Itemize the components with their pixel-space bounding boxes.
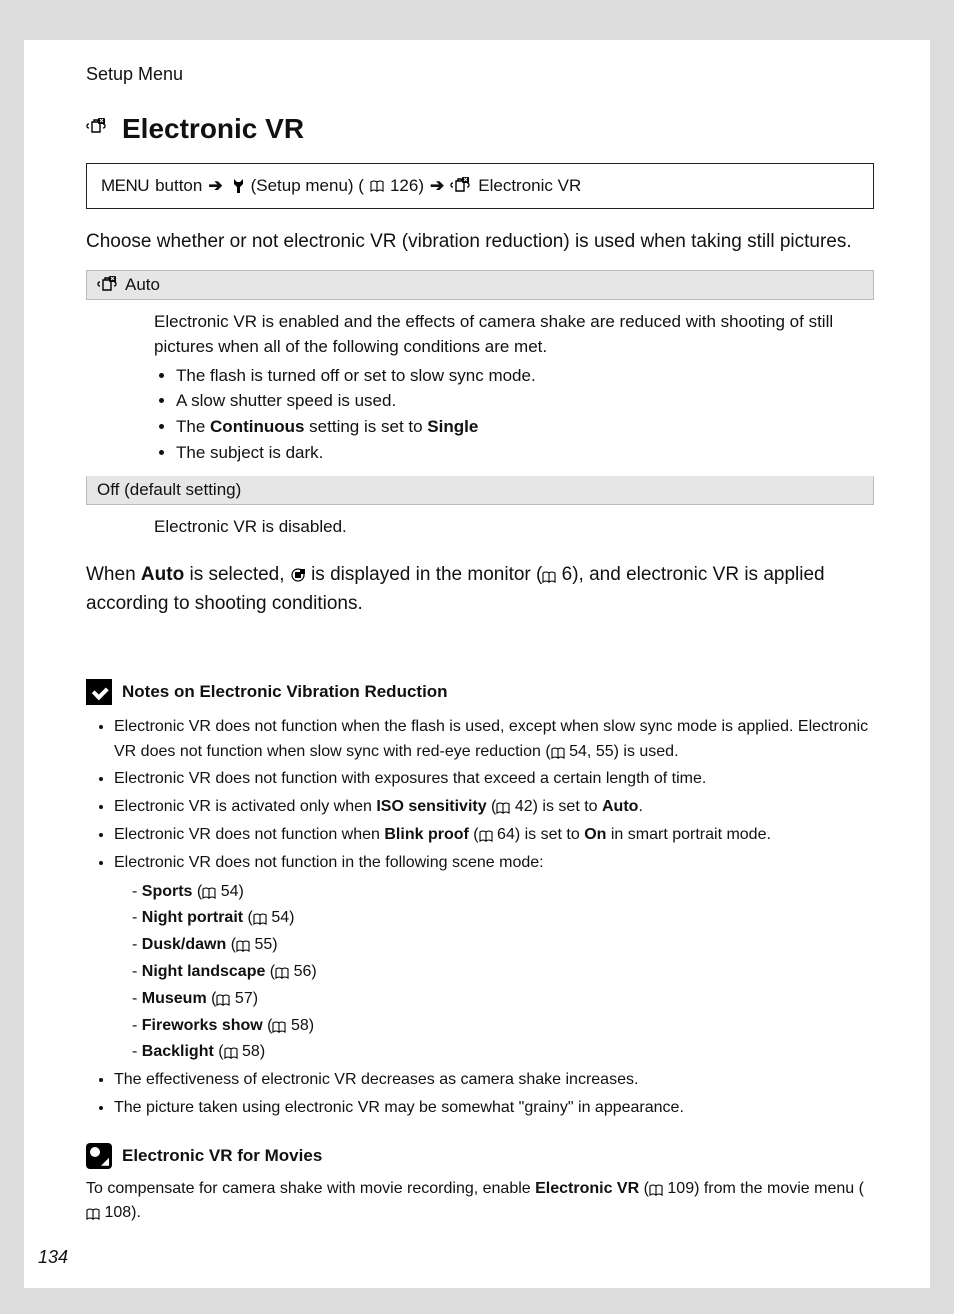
list-item: Night landscape ( 56) [132, 960, 874, 985]
movies-title: Electronic VR for Movies [122, 1146, 322, 1166]
book-icon [202, 887, 216, 899]
list-item: The Continuous setting is set to Single [176, 415, 864, 440]
option-body-auto: Electronic VR is enabled and the effects… [86, 300, 874, 476]
vr-small-icon [290, 567, 306, 583]
movies-body: To compensate for camera shake with movi… [86, 1177, 874, 1225]
menu-path-box: MENU button ➔ (Setup menu) ( 126) ➔ Elec… [86, 163, 874, 209]
notes-heading: Notes on Electronic Vibration Reduction [86, 679, 874, 705]
follow-paragraph: When Auto is selected, is displayed in t… [86, 560, 874, 619]
page-title: Electronic VR [122, 113, 304, 145]
nav-text: (Setup menu) ( [251, 176, 364, 196]
book-icon [275, 967, 289, 979]
list-item: The picture taken using electronic VR ma… [114, 1096, 874, 1121]
page-number: 134 [38, 1247, 68, 1268]
arrow-icon: ➔ [430, 176, 444, 196]
list-item: A slow shutter speed is used. [176, 389, 864, 414]
notes-list: Electronic VR does not function when the… [86, 715, 874, 1121]
list-item: Dusk/dawn ( 55) [132, 933, 874, 958]
list-item: Electronic VR is activated only when ISO… [114, 795, 874, 820]
nav-ref: 126) [390, 176, 424, 196]
book-icon [496, 802, 510, 814]
option-body-off: Electronic VR is disabled. [86, 505, 874, 550]
page-heading: Electronic VR [86, 113, 874, 145]
list-item: Night portrait ( 54) [132, 906, 874, 931]
scene-list: Sports ( 54) Night portrait ( 54) Dusk/d… [114, 880, 874, 1066]
vr-icon [86, 118, 114, 140]
list-item: Museum ( 57) [132, 987, 874, 1012]
nav-target: Electronic VR [478, 176, 581, 196]
list-item: Electronic VR does not function with exp… [114, 767, 874, 792]
book-icon [370, 180, 384, 192]
tip-icon [86, 1143, 112, 1169]
list-item: Backlight ( 58) [132, 1040, 874, 1065]
notes-title: Notes on Electronic Vibration Reduction [122, 682, 448, 702]
list-item: The subject is dark. [176, 441, 864, 466]
book-icon [253, 913, 267, 925]
list-item: The flash is turned off or set to slow s… [176, 364, 864, 389]
wrench-icon [229, 178, 245, 194]
book-icon [224, 1047, 238, 1059]
book-icon [479, 830, 493, 842]
book-icon [216, 994, 230, 1006]
nav-text: button [155, 176, 202, 196]
option-header-off: Off (default setting) [86, 476, 874, 505]
intro-paragraph: Choose whether or not electronic VR (vib… [86, 227, 874, 256]
list-item: Fireworks show ( 58) [132, 1014, 874, 1039]
book-icon [551, 747, 565, 759]
book-icon [236, 940, 250, 952]
list-item: Electronic VR does not function in the f… [114, 851, 874, 1065]
check-icon [86, 679, 112, 705]
book-icon [86, 1208, 100, 1220]
option-label: Off (default setting) [97, 480, 241, 500]
list-item: Sports ( 54) [132, 880, 874, 905]
vr-icon [450, 177, 472, 195]
book-icon [649, 1184, 663, 1196]
book-icon [272, 1021, 286, 1033]
book-icon [542, 571, 556, 583]
option-label: Auto [125, 275, 160, 295]
option-header-auto: Auto [86, 270, 874, 300]
vr-icon [97, 276, 119, 294]
option-lead: Electronic VR is enabled and the effects… [154, 312, 833, 356]
arrow-icon: ➔ [208, 176, 222, 196]
menu-button-label: MENU [101, 176, 149, 196]
list-item: The effectiveness of electronic VR decre… [114, 1068, 874, 1093]
list-item: Electronic VR does not function when Bli… [114, 823, 874, 848]
section-header: Setup Menu [86, 64, 874, 85]
conditions-list: The flash is turned off or set to slow s… [154, 364, 864, 466]
list-item: Electronic VR does not function when the… [114, 715, 874, 765]
manual-page: Basic Camera Setup Setup Menu Electronic… [24, 40, 930, 1288]
movies-heading: Electronic VR for Movies [86, 1143, 874, 1169]
